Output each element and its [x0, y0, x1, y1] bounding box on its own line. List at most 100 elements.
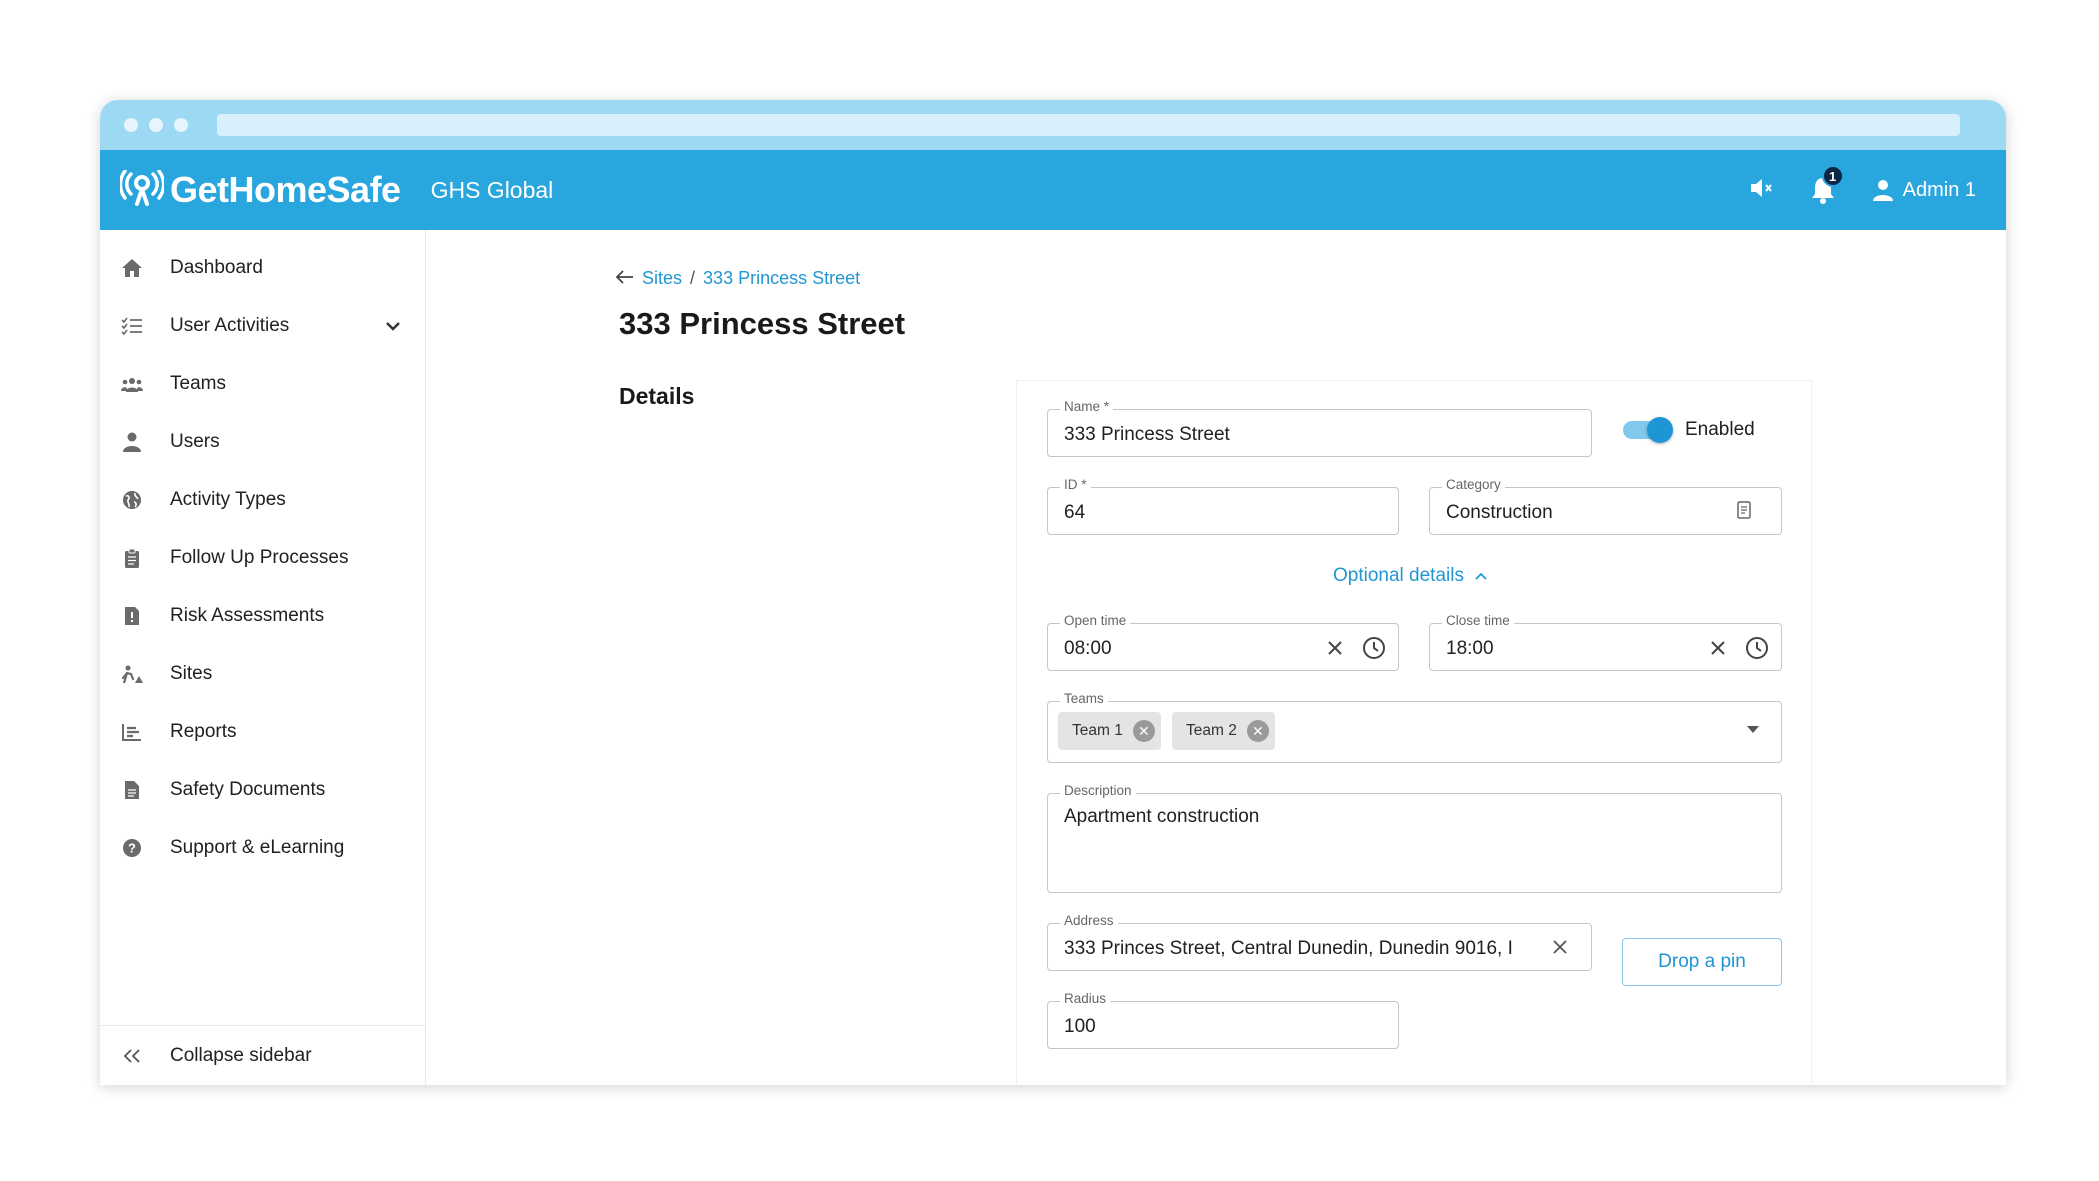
close-time-field[interactable]: Close time 18:00 [1429, 613, 1782, 671]
sidebar-item-support-elearning[interactable]: ? Support & eLearning [100, 819, 425, 877]
sidebar: Dashboard User Activities Teams Users Ac… [100, 230, 426, 1085]
notification-badge: 1 [1821, 165, 1844, 187]
drop-pin-button[interactable]: Drop a pin [1622, 938, 1782, 986]
sidebar-item-risk-assessments[interactable]: Risk Assessments [100, 587, 425, 645]
radius-value: 100 [1064, 1016, 1096, 1037]
address-field[interactable]: Address 333 Princes Street, Central Dune… [1047, 913, 1592, 971]
breadcrumb-current[interactable]: 333 Princess Street [703, 268, 860, 289]
section-title-details: Details [619, 383, 695, 409]
details-form: Name * 333 Princess Street Enabled ID * … [1016, 380, 1812, 1085]
team-chip[interactable]: Team 1 ✕ [1058, 712, 1161, 750]
user-icon [1872, 180, 1893, 201]
sidebar-item-label: Follow Up Processes [170, 547, 349, 568]
open-time-label: Open time [1060, 613, 1131, 628]
sidebar-item-user-activities[interactable]: User Activities [100, 297, 425, 355]
chevron-up-icon [1474, 565, 1488, 587]
browser-chrome [100, 100, 2006, 150]
clock-icon[interactable] [1362, 636, 1386, 665]
category-label: Category [1442, 477, 1505, 492]
address-bar[interactable] [217, 114, 1960, 136]
clear-icon[interactable] [1709, 639, 1727, 662]
close-time-value: 18:00 [1446, 638, 1494, 659]
sidebar-item-label: Support & eLearning [170, 837, 345, 858]
window-dot-maximize[interactable] [174, 118, 188, 132]
home-icon [118, 256, 146, 280]
sidebar-item-activity-types[interactable]: Activity Types [100, 471, 425, 529]
sidebar-item-sites[interactable]: Sites [100, 645, 425, 703]
breadcrumb: Sites / 333 Princess Street [615, 268, 860, 289]
optional-details-toggle[interactable]: Optional details [1333, 565, 1488, 587]
chip-label: Team 1 [1072, 722, 1123, 739]
sidebar-item-label: Sites [170, 663, 213, 684]
user-menu[interactable]: Admin 1 [1872, 178, 1976, 202]
construction-icon [118, 662, 146, 686]
collapse-sidebar-button[interactable]: Collapse sidebar [100, 1025, 425, 1085]
clock-icon[interactable] [1745, 636, 1769, 665]
sidebar-item-label: Activity Types [170, 489, 286, 510]
alert-document-icon [118, 604, 146, 628]
teams-select[interactable]: Teams Team 1 ✕ Team 2 ✕ [1047, 691, 1782, 763]
breadcrumb-separator: / [690, 268, 696, 288]
toggle-switch[interactable] [1623, 417, 1673, 443]
main-content: Sites / 333 Princess Street 333 Princess… [426, 230, 2006, 1085]
group-icon [118, 372, 146, 396]
help-icon: ? [118, 836, 146, 860]
clipboard-icon [118, 546, 146, 570]
address-label: Address [1060, 913, 1118, 928]
enabled-toggle[interactable]: Enabled [1623, 417, 1755, 443]
bar-chart-icon [118, 720, 146, 744]
description-label: Description [1060, 783, 1136, 798]
sidebar-item-label: Users [170, 431, 220, 452]
browser-window: GetHomeSafe GHS Global 1 Admin 1 Dashboa… [100, 100, 2006, 1085]
sidebar-item-label: Teams [170, 373, 226, 394]
sidebar-item-follow-up-processes[interactable]: Follow Up Processes [100, 529, 425, 587]
notifications-button[interactable]: 1 [1809, 165, 1844, 205]
app-logo[interactable]: GetHomeSafe [118, 169, 401, 211]
checklist-icon [118, 314, 146, 338]
sidebar-item-teams[interactable]: Teams [100, 355, 425, 413]
sidebar-item-label: User Activities [170, 315, 290, 336]
chevron-down-icon[interactable] [385, 315, 401, 337]
mute-icon[interactable] [1749, 177, 1775, 204]
enabled-label: Enabled [1685, 419, 1755, 440]
name-label: Name * [1060, 399, 1114, 414]
sidebar-item-safety-documents[interactable]: Safety Documents [100, 761, 425, 819]
collapse-sidebar-label: Collapse sidebar [170, 1044, 312, 1066]
id-value: 64 [1064, 502, 1086, 523]
address-value: 333 Princes Street, Central Dunedin, Dun… [1064, 938, 1513, 959]
radius-field[interactable]: Radius 100 [1047, 991, 1399, 1049]
category-field[interactable]: Category Construction [1429, 477, 1782, 535]
remove-chip-icon[interactable]: ✕ [1132, 720, 1155, 742]
user-name: Admin 1 [1902, 178, 1976, 201]
window-dot-close[interactable] [124, 118, 138, 132]
open-time-field[interactable]: Open time 08:00 [1047, 613, 1399, 671]
page-title: 333 Princess Street [619, 306, 906, 341]
optional-details-label: Optional details [1333, 565, 1464, 586]
description-field[interactable]: Description Apartment construction [1047, 783, 1782, 893]
category-value: Construction [1446, 502, 1553, 523]
sidebar-item-dashboard[interactable]: Dashboard [100, 239, 425, 297]
document-icon [118, 778, 146, 802]
open-time-value: 08:00 [1064, 638, 1112, 659]
window-dot-minimize[interactable] [149, 118, 163, 132]
sidebar-item-reports[interactable]: Reports [100, 703, 425, 761]
sidebar-item-label: Reports [170, 721, 237, 742]
chip-label: Team 2 [1186, 722, 1237, 739]
teams-label: Teams [1060, 691, 1108, 706]
name-field[interactable]: Name * 333 Princess Street [1047, 399, 1592, 457]
globe-icon [118, 488, 146, 512]
sidebar-item-users[interactable]: Users [100, 413, 425, 471]
back-arrow-icon[interactable] [615, 268, 634, 289]
sidebar-item-label: Dashboard [170, 257, 263, 278]
category-list-icon[interactable] [1737, 501, 1751, 519]
remove-chip-icon[interactable]: ✕ [1246, 720, 1269, 742]
dropdown-arrow-icon[interactable] [1747, 726, 1759, 733]
id-label: ID * [1060, 477, 1091, 492]
clear-icon[interactable] [1326, 639, 1344, 662]
team-chip[interactable]: Team 2 ✕ [1172, 712, 1275, 750]
id-field[interactable]: ID * 64 [1047, 477, 1399, 535]
breadcrumb-link-sites[interactable]: Sites [642, 268, 682, 289]
radius-label: Radius [1060, 991, 1111, 1006]
close-time-label: Close time [1442, 613, 1514, 628]
clear-icon[interactable] [1551, 938, 1569, 956]
